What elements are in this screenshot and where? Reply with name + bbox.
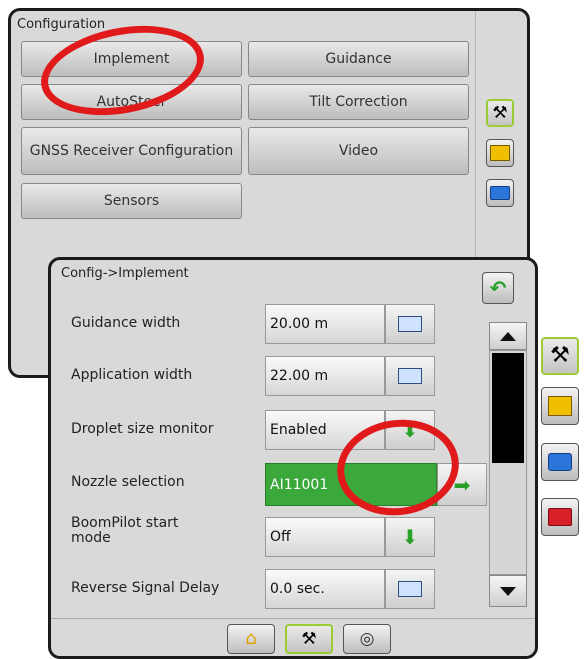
- row-label-application-width: Application width: [71, 367, 193, 383]
- down-arrow-icon: ⬇: [401, 525, 419, 549]
- down-triangle-icon: [500, 586, 516, 596]
- guidance-width-value[interactable]: 20.00 m: [265, 304, 385, 344]
- screen-icon: [548, 453, 572, 471]
- back-button[interactable]: ↶: [482, 272, 514, 304]
- scroll-down-button[interactable]: [489, 575, 527, 607]
- scroll-up-button[interactable]: [489, 322, 527, 350]
- home-icon: ⌂: [245, 628, 257, 649]
- nozzle-selection-text: AI11001: [270, 476, 329, 493]
- drawer-icon: [490, 145, 510, 161]
- tools-icon: ⚒: [550, 343, 570, 368]
- application-width-keyboard[interactable]: [385, 356, 435, 396]
- toolbox-icon: [548, 508, 572, 526]
- display-tab[interactable]: [486, 179, 514, 207]
- guidance-width-keyboard[interactable]: [385, 304, 435, 344]
- video-button[interactable]: Video: [248, 127, 469, 175]
- scrollbar-thumb[interactable]: [492, 353, 524, 463]
- configuration-title: Configuration: [17, 17, 106, 32]
- reverse-signal-delay-value[interactable]: 0.0 sec.: [265, 569, 385, 609]
- tools-tab[interactable]: ⚒: [486, 99, 514, 127]
- implement-title: Config->Implement: [61, 266, 189, 281]
- row-label-boompilot-start-mode: BoomPilot start mode: [71, 515, 179, 547]
- guidance-button[interactable]: Guidance: [248, 41, 469, 77]
- application-width-value[interactable]: 22.00 m: [265, 356, 385, 396]
- toolbox-side-tab[interactable]: [541, 498, 579, 536]
- keyboard-icon: [398, 581, 422, 597]
- display-side-tab[interactable]: [541, 443, 579, 481]
- back-arrow-icon: ↶: [489, 276, 507, 300]
- row-label-droplet-size-monitor: Droplet size monitor: [71, 421, 214, 437]
- row-label-nozzle-selection: Nozzle selection: [71, 474, 185, 490]
- screen-icon: [490, 186, 510, 200]
- home-tab[interactable]: ⌂: [227, 624, 275, 654]
- gnss-receiver-configuration-button[interactable]: GNSS Receiver Configuration: [21, 127, 242, 175]
- sensors-button[interactable]: Sensors: [21, 183, 242, 219]
- tools-bottom-tab[interactable]: ⚒: [285, 624, 333, 654]
- tools-icon: ⚒: [492, 102, 508, 123]
- boompilot-start-mode-dropdown[interactable]: ⬇: [385, 517, 435, 557]
- scrollbar-track[interactable]: [489, 350, 527, 575]
- reverse-signal-delay-keyboard[interactable]: [385, 569, 435, 609]
- keyboard-icon: [398, 368, 422, 384]
- keyboard-icon: [398, 316, 422, 332]
- up-triangle-icon: [500, 331, 516, 341]
- row-label-reverse-signal-delay: Reverse Signal Delay: [71, 580, 220, 596]
- boompilot-start-mode-value[interactable]: Off: [265, 517, 385, 557]
- tools-icon: ⚒: [301, 628, 317, 649]
- operation-tab[interactable]: ◎: [343, 624, 391, 654]
- implement-panel: Config->Implement ↶ Guidance width 20.00…: [48, 257, 538, 659]
- row-label-guidance-width: Guidance width: [71, 315, 181, 331]
- console-tab[interactable]: [486, 139, 514, 167]
- console-side-tab[interactable]: [541, 387, 579, 425]
- tilt-correction-button[interactable]: Tilt Correction: [248, 84, 469, 120]
- drawer-icon: [548, 396, 572, 416]
- target-icon: ◎: [359, 628, 375, 649]
- tools-side-tab[interactable]: ⚒: [541, 337, 579, 375]
